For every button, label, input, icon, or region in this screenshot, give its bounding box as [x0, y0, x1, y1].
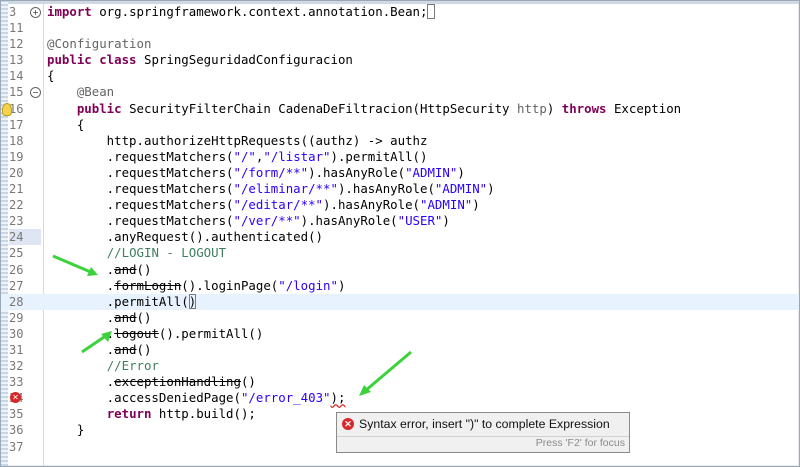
error-tooltip[interactable]: ✕ Syntax error, insert ")" to complete E…: [336, 412, 630, 453]
tooltip-hint: Press 'F2' for focus: [535, 437, 625, 449]
tooltip-message: Syntax error, insert ")" to complete Exp…: [359, 417, 610, 431]
error-icon: ✕: [342, 418, 354, 430]
code-editor[interactable]: 3 + import org.springframework.context.ann…: [0, 0, 800, 467]
green-arrow-3: [359, 350, 412, 396]
